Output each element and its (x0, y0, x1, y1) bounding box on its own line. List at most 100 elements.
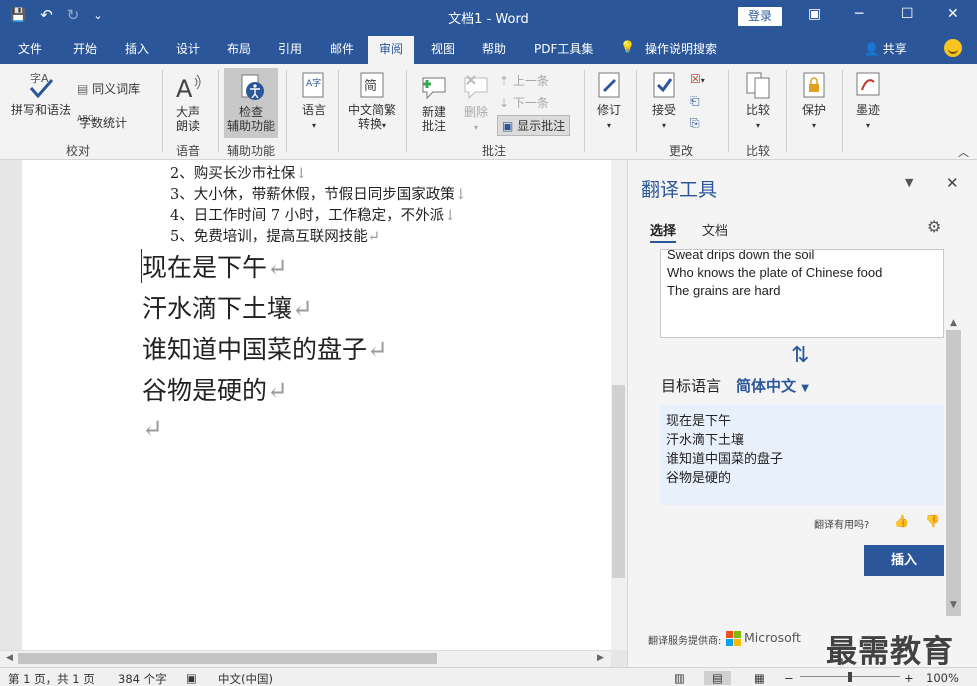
previous-change-icon[interactable]: ⎗ (690, 94, 700, 109)
zoom-level[interactable]: 100% (926, 671, 959, 685)
doc-line-large[interactable]: 谷物是硬的↵ (142, 371, 288, 407)
svg-text:简: 简 (364, 78, 377, 94)
minimize-button[interactable]: ─ (855, 6, 863, 22)
reject-icon[interactable]: ☒▾ (690, 72, 705, 86)
read-aloud-button[interactable]: A 大声 朗读 (168, 72, 208, 133)
tell-me-search[interactable]: 操作说明搜索 (645, 40, 717, 57)
track-changes-button[interactable]: 修订 ▾ (590, 70, 628, 133)
separator (406, 70, 407, 152)
next-comment-button[interactable]: ⇣ 下一条 (499, 94, 549, 111)
person-icon: 👤 (864, 42, 879, 56)
read-aloud-icon: A (176, 74, 201, 102)
thumbs-up-icon[interactable]: 👍 (894, 514, 909, 528)
ribbon-display-icon[interactable]: ▣ (808, 6, 821, 22)
tab-home[interactable]: 开始 (73, 40, 97, 57)
pane-close-icon[interactable]: ✕ (946, 174, 959, 192)
doc-line-empty[interactable]: ↵ (142, 414, 163, 443)
status-bar: 第 1 页，共 1 页 384 个字 ▣ 中文(中国) ▥ ▤ ▦ − + 10… (0, 667, 977, 686)
separator (636, 70, 637, 152)
tab-pdf-tools[interactable]: PDF工具集 (534, 40, 593, 57)
document-vertical-scroll-thumb[interactable] (612, 385, 625, 578)
compare-button[interactable]: 比较 ▾ (738, 70, 778, 133)
pane-scroll-thumb[interactable] (946, 330, 961, 616)
pane-scroll-up-icon[interactable]: ▲ (950, 318, 957, 328)
pane-scroll-down-icon[interactable]: ▼ (950, 600, 957, 610)
tab-selection[interactable]: 选择 (650, 220, 677, 243)
protect-button[interactable]: 保护 ▾ (794, 70, 834, 133)
new-comment-icon (422, 77, 446, 100)
feedback-smiley-icon[interactable] (944, 39, 962, 57)
word-count-button[interactable]: ABC 字数统计 (77, 110, 127, 141)
word-count[interactable]: 384 个字 (118, 671, 167, 686)
login-button[interactable]: 登录 (738, 7, 782, 26)
next-change-icon[interactable]: ⎘ (690, 116, 700, 131)
insert-button[interactable]: 插入 (864, 545, 944, 576)
share-button[interactable]: 👤 共享 (864, 40, 907, 57)
doc-line-small[interactable]: 5、免费培训，提高互联网技能↵ (170, 225, 380, 246)
separator (286, 70, 287, 152)
doc-line-small[interactable]: 4、日工作时间 7 小时，工作稳定，不外派↓ (170, 204, 456, 225)
spelling-grammar-button[interactable]: 字A 拼写和语法 (8, 70, 74, 117)
collapse-ribbon-icon[interactable]: ︿ (958, 144, 969, 160)
lightbulb-icon[interactable]: 💡 (620, 40, 635, 54)
protect-label: 保护 (801, 103, 826, 117)
document-horizontal-scroll-thumb[interactable] (18, 653, 437, 664)
zoom-in-icon[interactable]: + (904, 671, 914, 685)
show-comments-icon: ▣ (502, 119, 514, 133)
svg-text:A: A (176, 75, 193, 102)
zoom-out-icon[interactable]: − (784, 671, 794, 685)
web-layout-icon[interactable]: ▦ (754, 671, 765, 685)
doc-line-small[interactable]: 2、购买长沙市社保↓ (170, 162, 307, 183)
chinese-conversion-label-2: 转换 (357, 117, 382, 131)
thumbs-down-icon[interactable]: 👎 (925, 514, 940, 528)
swap-languages-icon[interactable]: ⇅ (791, 343, 809, 368)
tab-mailings[interactable]: 邮件 (330, 40, 354, 57)
new-comment-button[interactable]: 新建 批注 (412, 72, 456, 133)
read-mode-icon[interactable]: ▥ (674, 671, 685, 685)
doc-line-small[interactable]: 3、大小休，带薪休假，节假日同步国家政策↓ (170, 183, 467, 204)
maximize-button[interactable]: ☐ (901, 6, 914, 22)
source-text-box[interactable]: Sweat drips down the soil Who knows the … (660, 249, 944, 338)
accept-label: 接受 (651, 103, 676, 117)
tab-view[interactable]: 视图 (431, 40, 455, 57)
tab-file[interactable]: 文件 (18, 40, 42, 57)
tab-document[interactable]: 文档 (702, 220, 728, 239)
language-status[interactable]: 中文(中国) (218, 671, 273, 686)
track-label: 修订 (596, 103, 621, 117)
tab-layout[interactable]: 布局 (227, 40, 251, 57)
proofing-status-icon[interactable]: ▣ (186, 671, 197, 685)
tab-insert[interactable]: 插入 (125, 40, 149, 57)
svg-text:字A: 字A (30, 71, 49, 85)
language-button[interactable]: A字 语言 ▾ (294, 70, 334, 133)
close-button[interactable]: ✕ (947, 6, 959, 22)
next-label: 下一条 (512, 96, 549, 110)
ink-button[interactable]: 墨迹 ▾ (848, 70, 888, 133)
doc-line-large[interactable]: 谁知道中国菜的盘子↵ (142, 330, 388, 366)
page-count[interactable]: 第 1 页，共 1 页 (8, 671, 95, 686)
zoom-slider-thumb[interactable] (848, 672, 852, 682)
settings-gear-icon[interactable]: ⚙ (927, 217, 941, 236)
check-accessibility-label-2: 辅助功能 (226, 119, 275, 133)
tab-design[interactable]: 设计 (176, 40, 200, 57)
doc-line-large[interactable]: 现在是下午↵ (142, 248, 288, 284)
thesaurus-button[interactable]: ▤ 同义词库 (77, 80, 140, 97)
tab-references[interactable]: 引用 (278, 40, 302, 57)
accept-button[interactable]: 接受 ▾ (644, 70, 684, 133)
previous-comment-button[interactable]: ⇡ 上一条 (499, 72, 549, 89)
check-accessibility-button[interactable]: 检查 辅助功能 (224, 72, 278, 133)
target-line: 现在是下午 (666, 414, 732, 429)
group-speech-label: 语音 (175, 144, 200, 158)
tab-help[interactable]: 帮助 (482, 40, 506, 57)
print-layout-icon[interactable]: ▤ (704, 671, 731, 685)
pane-options-icon[interactable]: ▼ (905, 176, 913, 189)
target-language-select[interactable]: 简体中文 ▼ (736, 375, 809, 396)
target-line: 谁知道中国菜的盘子 (666, 452, 784, 467)
delete-label: 删除 (463, 105, 488, 119)
delete-comment-button[interactable]: 删除 ▾ (458, 72, 494, 135)
scroll-left-icon[interactable]: ◀ (6, 653, 13, 663)
doc-line-large[interactable]: 汗水滴下土壤↵ (142, 289, 313, 325)
tab-review[interactable]: 审阅 (368, 36, 415, 64)
scroll-right-icon[interactable]: ▶ (597, 653, 604, 663)
chinese-conversion-button[interactable]: 简 中文简繁 转换▾ (344, 70, 400, 133)
show-comments-toggle[interactable]: ▣ 显示批注 (497, 115, 571, 136)
